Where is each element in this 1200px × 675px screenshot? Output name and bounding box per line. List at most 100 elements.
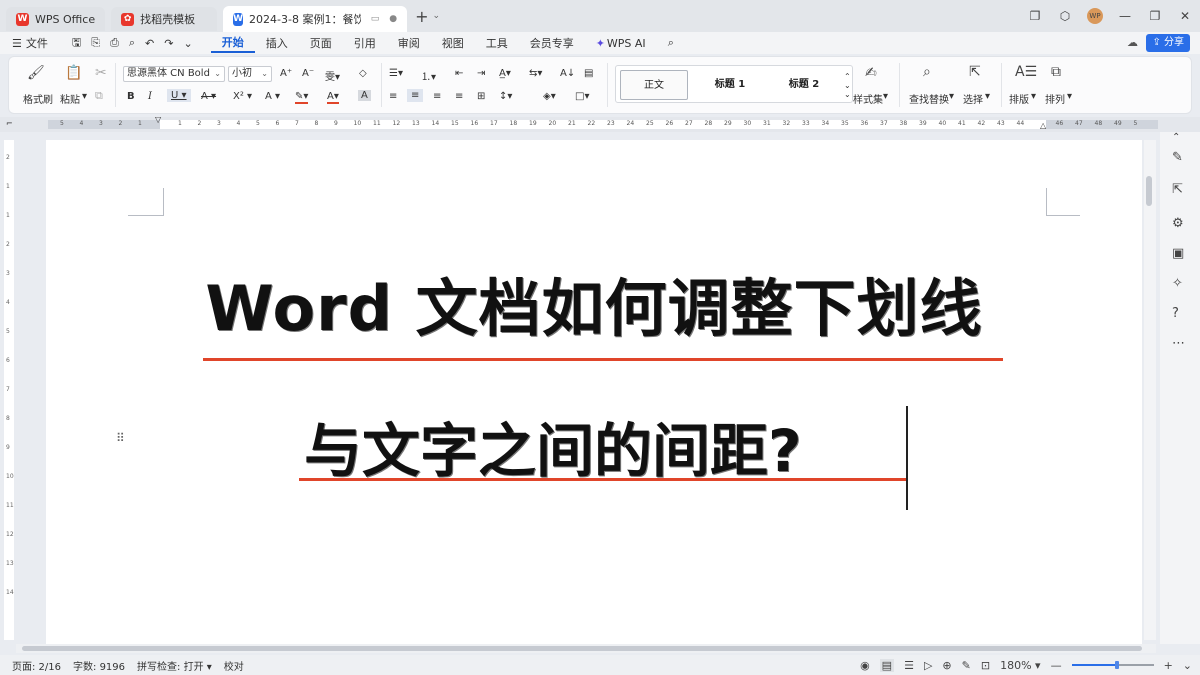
maximize-icon[interactable]: ❐ — [1140, 9, 1170, 23]
layout-icon[interactable]: A☰ — [1015, 64, 1037, 80]
menu-tab-review[interactable]: 审阅 — [387, 35, 431, 51]
increase-indent-icon[interactable]: ⇥ — [477, 68, 485, 79]
vertical-ruler[interactable]: 2 1 1 2 3 4 5 6 7 8 9 10 11 12 13 14 — [4, 140, 14, 640]
style-set-button[interactable]: 样式集 — [853, 91, 883, 106]
search-icon[interactable]: ⌕ — [657, 36, 685, 50]
sort-icon[interactable]: A↓ — [560, 68, 575, 79]
select-button[interactable]: 选择 — [963, 91, 983, 106]
find-replace-button[interactable]: 查找替换 — [909, 91, 949, 106]
document-heading-line-1[interactable]: Word 文档如何调整下划线 — [46, 258, 1142, 348]
horizontal-scrollbar[interactable] — [16, 644, 1156, 653]
shading-icon[interactable]: ◈▾ — [543, 91, 556, 102]
horizontal-scroll-thumb[interactable] — [22, 646, 1142, 651]
pen-annotate-icon[interactable]: ✎ — [962, 659, 971, 672]
menu-tab-member[interactable]: 会员专享 — [519, 35, 585, 51]
window-restore-icon[interactable]: ❐ — [1020, 9, 1050, 23]
copy-icon[interactable]: ⧉ — [95, 89, 103, 103]
collapse-panel-icon[interactable]: ⌃ — [1172, 132, 1180, 143]
avatar[interactable]: WP — [1087, 8, 1103, 24]
paste-icon[interactable]: 📋 — [65, 65, 82, 81]
web-view-icon[interactable]: ⊕ — [942, 659, 951, 672]
tab-docer-templates[interactable]: ✿ 找稻壳模板 — [111, 7, 218, 31]
style-heading-2[interactable]: 标题 2 — [768, 70, 840, 100]
text-effect-button[interactable]: A ▾ — [265, 91, 280, 102]
decrease-indent-icon[interactable]: ⇤ — [455, 68, 463, 79]
monitor-icon[interactable]: ▭ — [371, 14, 380, 24]
align-left-icon[interactable]: ≡ — [389, 91, 397, 102]
grow-font-icon[interactable]: A⁺ — [280, 68, 292, 79]
clear-format-icon[interactable]: ◇ — [359, 68, 367, 79]
zoom-in-icon[interactable]: + — [1164, 659, 1173, 672]
image-tools-icon[interactable]: ▣ — [1172, 246, 1184, 261]
arrange-icon[interactable]: ⧉ — [1051, 64, 1061, 80]
find-replace-dropdown-icon[interactable]: ▾ — [949, 91, 954, 102]
style-heading-1[interactable]: 标题 1 — [694, 70, 766, 100]
underline-button[interactable]: U ▾ — [167, 89, 191, 102]
text-direction-icon[interactable]: ⇆▾ — [529, 68, 542, 79]
play-icon[interactable]: ▷ — [924, 659, 932, 672]
fit-page-icon[interactable]: ⊡ — [981, 659, 990, 672]
align-right-icon[interactable]: ≡ — [433, 91, 441, 102]
show-marks-icon[interactable]: ▤ — [584, 68, 593, 79]
style-set-dropdown-icon[interactable]: ▾ — [883, 91, 888, 102]
layout-button[interactable]: 排版 — [1009, 91, 1029, 106]
word-count[interactable]: 字数: 9196 — [73, 658, 125, 673]
menu-tab-references[interactable]: 引用 — [343, 35, 387, 51]
print-icon[interactable]: ⎙ — [110, 36, 119, 50]
outline-view-icon[interactable]: ☰ — [904, 659, 914, 672]
page-indicator[interactable]: 页面: 2/16 — [12, 658, 61, 673]
menu-tab-view[interactable]: 视图 — [431, 35, 475, 51]
zoom-out-icon[interactable]: — — [1051, 659, 1062, 672]
justify-icon[interactable]: ≡ — [455, 91, 463, 102]
menu-tab-insert[interactable]: 插入 — [255, 35, 299, 51]
redo-icon[interactable]: ↷ — [164, 37, 173, 50]
file-menu[interactable]: 文件 — [26, 35, 48, 51]
numbering-button[interactable]: ⒈▾ — [421, 68, 436, 83]
font-name-select[interactable]: 思源黑体 CN Bold ⌄ — [123, 66, 225, 82]
style-set-icon[interactable]: ✍ — [865, 65, 877, 81]
select-dropdown-icon[interactable]: ▾ — [985, 91, 990, 102]
cube-icon[interactable]: ⬡ — [1050, 9, 1080, 23]
select-icon[interactable]: ⇱ — [969, 64, 981, 80]
superscript-button[interactable]: X² ▾ — [233, 91, 252, 102]
layout-dropdown-icon[interactable]: ▾ — [1031, 91, 1036, 102]
export-icon[interactable]: ⎘ — [91, 36, 100, 50]
zoom-slider[interactable] — [1071, 661, 1154, 669]
distributed-icon[interactable]: ⊞ — [477, 91, 485, 102]
document-page[interactable]: Word 文档如何调整下划线 ⠿ 与文字之间的间距? — [46, 140, 1142, 644]
more-view-options-icon[interactable]: ⌄ — [1183, 659, 1192, 672]
hamburger-menu-icon[interactable]: ☰ — [12, 37, 22, 50]
bullets-button[interactable]: ☰▾ — [389, 68, 403, 79]
unsaved-dot-icon[interactable]: ● — [389, 14, 397, 24]
page-view-icon[interactable]: ▤ — [879, 658, 895, 672]
menu-tab-home[interactable]: 开始 — [210, 34, 255, 53]
help-icon[interactable]: ? — [1172, 306, 1179, 321]
char-shading-button[interactable]: A — [358, 90, 371, 101]
quick-access-dropdown-icon[interactable]: ⌄ — [183, 37, 192, 50]
font-size-select[interactable]: 小初 ⌄ — [228, 66, 272, 82]
borders-icon[interactable]: □▾ — [575, 91, 589, 102]
save-icon[interactable]: 🖫 — [72, 34, 81, 53]
arrange-button[interactable]: 排列 — [1045, 91, 1065, 106]
right-indent-marker[interactable]: △ — [1040, 121, 1046, 130]
tab-list-dropdown-icon[interactable]: ⌄ — [433, 11, 441, 21]
align-center-icon[interactable]: ≡ — [407, 89, 424, 102]
close-icon[interactable]: ✕ — [1170, 9, 1200, 23]
paste-dropdown-icon[interactable]: ▾ — [82, 91, 87, 102]
paragraph-drag-handle-icon[interactable]: ⠿ — [116, 431, 125, 445]
magic-tools-icon[interactable]: ✧ — [1172, 276, 1183, 291]
horizontal-ruler[interactable]: ⌐ 5 4 3 2 1 1 2 3 4 5 6 7 8 9 10 11 12 13 14 15 16 17 18 19 20 21… — [0, 115, 1200, 132]
cut-icon[interactable]: ✂ — [95, 65, 107, 81]
share-button[interactable]: ⇪ 分享 — [1146, 34, 1190, 52]
first-line-indent-marker[interactable]: ▽ — [155, 115, 161, 124]
format-painter-icon[interactable]: 🖌 — [27, 65, 45, 81]
vertical-scrollbar[interactable] — [1144, 140, 1156, 640]
menu-tab-page[interactable]: 页面 — [299, 35, 343, 51]
format-painter-button[interactable]: 格式刷 — [23, 91, 53, 106]
tab-document[interactable]: W 2024-3-8 案例1：餐饮部宴会 ▭ ● — [223, 6, 408, 32]
style-gallery-scroll-icon[interactable]: ⌃ ⌄ ⌄ — [844, 72, 851, 99]
wps-ai-button[interactable]: WPS AI — [607, 37, 657, 50]
arrange-dropdown-icon[interactable]: ▾ — [1067, 91, 1072, 102]
style-normal[interactable]: 正文 — [620, 70, 688, 100]
undo-icon[interactable]: ↶ — [145, 37, 154, 50]
